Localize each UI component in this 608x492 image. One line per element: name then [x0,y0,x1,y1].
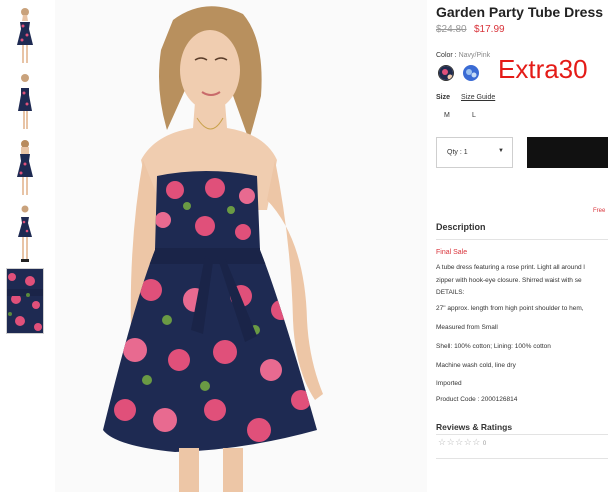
size-label: Size [436,94,451,101]
description-heading: Description [436,222,486,232]
final-sale-label: Final Sale [436,249,468,256]
add-to-bag-button[interactable] [527,137,608,168]
thumbnail-front[interactable] [6,4,44,66]
sale-price: $17.99 [474,24,505,35]
main-product-image[interactable] [55,0,427,492]
swatch-navy-pink-icon [439,66,453,80]
swatch-blue-icon [463,65,479,81]
product-title: Garden Party Tube Dress [436,4,604,20]
description-divider [436,239,608,240]
chevron-down-icon: ▼ [498,148,504,154]
color-label-row: Color : Navy/Pink [436,52,490,59]
reviews-divider [436,434,608,435]
size-guide-link[interactable]: Size Guide [461,94,495,101]
color-swatch-navy-pink[interactable] [438,65,454,81]
thumbnail-back-image [17,140,33,195]
rating-stars[interactable]: ☆☆☆☆☆ 0 [438,437,487,448]
color-label: Color [436,52,453,59]
thumbnail-detail-image [7,269,43,333]
original-price: $24.80 [436,24,467,35]
description-line: Shell: 100% cotton; Lining: 100% cotton [436,343,551,350]
product-code: Product Code : 2000126814 [436,396,518,403]
description-details-heading: DETAILS: [436,289,465,296]
thumbnail-back[interactable] [6,136,44,198]
thumbnail-detail[interactable] [6,268,44,334]
color-swatch-blue[interactable] [463,65,479,81]
model-dress-illustration [55,0,427,492]
description-line: Machine wash cold, line dry [436,362,516,369]
thumbnail-full[interactable] [6,202,44,264]
quantity-select[interactable]: Qty : 1 ▼ [436,137,513,168]
color-value: Navy/Pink [458,52,491,59]
thumbnail-gallery [6,4,46,338]
product-info-panel: Garden Party Tube Dress $24.80 $17.99 Co… [436,0,608,492]
bottom-divider [436,458,608,459]
quantity-value: Qty : 1 [447,149,468,156]
description-line: zipper with hook-eye closure. Shirred wa… [436,277,582,284]
size-option-m[interactable]: M [444,112,450,119]
description-line: Measured from Small [436,324,498,331]
thumbnail-side[interactable] [6,70,44,132]
description-line: 27" approx. length from high point shoul… [436,305,584,312]
thumbnail-side-image [18,74,32,129]
thumbnail-full-image [18,205,32,262]
star-rating-icon: ☆☆☆☆☆ [438,437,481,447]
description-line: A tube dress featuring a rose print. Lig… [436,264,585,271]
review-count: 0 [482,441,487,447]
free-shipping-note: Free [593,208,606,214]
description-line: Imported [436,380,462,387]
promo-code-overlay: Extra30 [498,54,588,84]
size-option-l[interactable]: L [472,112,476,119]
reviews-heading: Reviews & Ratings [436,422,513,432]
thumbnail-front-image [17,8,33,63]
